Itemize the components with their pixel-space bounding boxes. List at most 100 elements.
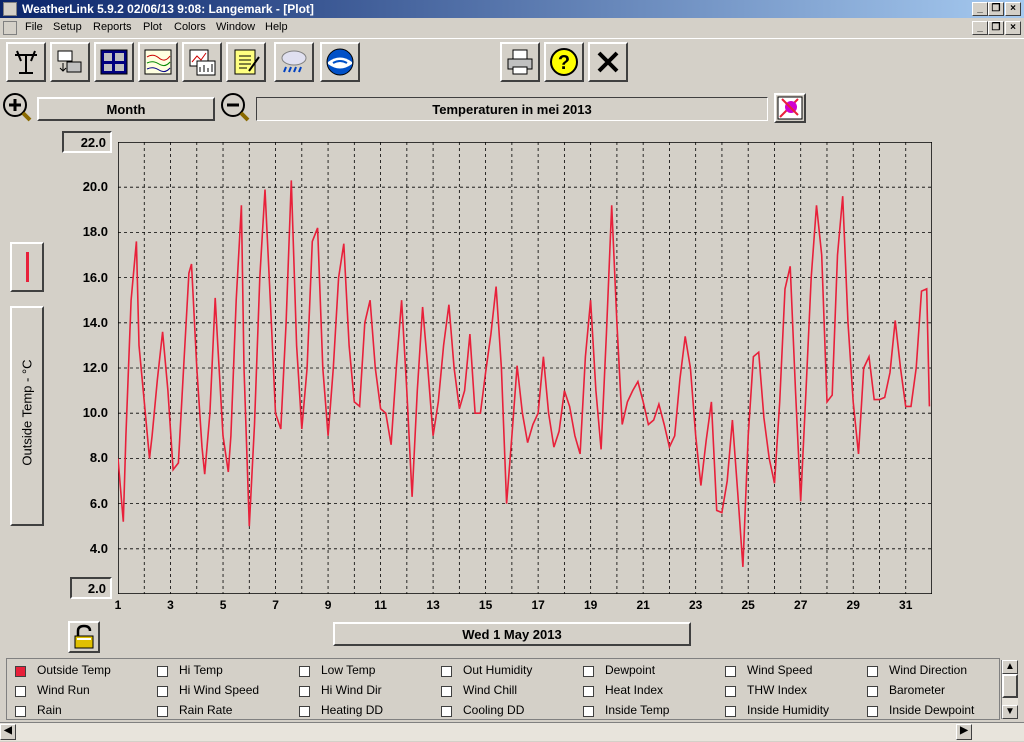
menu-plot[interactable]: Plot [143,21,162,33]
series-line-sample [26,252,29,282]
y-axis-label-panel[interactable]: Outside Temp - °C [10,306,44,526]
legend-label[interactable]: Inside Dewpoint [889,703,974,717]
x-tick-label: 11 [374,598,387,612]
temperature-chart[interactable] [118,142,932,594]
legend-label[interactable]: Heating DD [321,703,383,717]
y-min-box[interactable]: 2.0 [70,577,112,599]
noaa-button[interactable] [320,42,360,82]
doc-minimize-icon[interactable]: _ [972,21,988,35]
y-tick-label: 6.0 [89,495,108,511]
legend-checkbox[interactable] [157,706,168,717]
legend-checkbox[interactable] [867,706,878,717]
legend-label[interactable]: Wind Chill [463,683,517,697]
scroll-down-icon[interactable]: ▼ [1002,705,1018,719]
legend-checkbox[interactable] [441,686,452,697]
legend-label[interactable]: Heat Index [605,683,663,697]
bulletin-button[interactable] [94,42,134,82]
legend-checkbox[interactable] [867,686,878,697]
notebook-button[interactable] [226,42,266,82]
legend-checkbox[interactable] [157,666,168,677]
minimize-icon[interactable]: _ [972,2,988,16]
scroll-left-icon[interactable]: ◀ [0,724,16,740]
legend-label[interactable]: Low Temp [321,663,375,677]
legend-scrollbar[interactable]: ▲ ▼ [1001,660,1018,719]
legend-label[interactable]: Hi Wind Dir [321,683,382,697]
date-selector[interactable]: Wed 1 May 2013 [333,622,691,646]
legend-label[interactable]: Wind Run [37,683,90,697]
scroll-right-icon[interactable]: ▶ [956,724,972,740]
legend-checkbox[interactable] [583,666,594,677]
help-button[interactable]: ? [544,42,584,82]
zoom-out-button[interactable] [220,92,250,122]
weather-button[interactable] [274,42,314,82]
legend-label[interactable]: THW Index [747,683,807,697]
legend-label[interactable]: Rain Rate [179,703,232,717]
legend-checkbox[interactable] [441,706,452,717]
app-icon[interactable] [3,2,17,16]
y-tick-label: 14.0 [82,314,108,330]
menu-colors[interactable]: Colors [174,21,206,33]
legend-checkbox[interactable] [15,686,26,697]
strip-chart-icon [144,49,172,75]
x-tick-label: 17 [531,598,545,612]
plot-button[interactable] [182,42,222,82]
x-tick-label: 3 [167,598,174,612]
download-icon [57,50,82,73]
legend-checkbox[interactable] [583,686,594,697]
legend-label[interactable]: Hi Temp [179,663,223,677]
x-tick-label: 27 [794,598,808,612]
y-max-box[interactable]: 22.0 [62,131,112,153]
scroll-up-icon[interactable]: ▲ [1002,660,1018,674]
legend-label[interactable]: Wind Direction [889,663,967,677]
legend-checkbox[interactable] [15,666,26,677]
legend-label[interactable]: Dewpoint [605,663,655,677]
legend-label[interactable]: Cooling DD [463,703,524,717]
legend-checkbox[interactable] [725,706,736,717]
menu-reports[interactable]: Reports [93,21,132,33]
color-picker-button[interactable] [774,93,806,123]
legend-label[interactable]: Wind Speed [747,663,812,677]
legend-label[interactable]: Inside Humidity [747,703,829,717]
doc-close-icon[interactable]: × [1005,21,1021,35]
x-tick-label: 15 [478,598,493,612]
legend-label[interactable]: Out Humidity [463,663,532,677]
legend-checkbox[interactable] [299,666,310,677]
legend-label[interactable]: Outside Temp [37,663,111,677]
legend-label[interactable]: Inside Temp [605,703,669,717]
zoom-in-button[interactable] [2,92,32,122]
strip-chart-button[interactable] [138,42,178,82]
legend-checkbox[interactable] [299,686,310,697]
doc-restore-icon[interactable]: ❐ [988,21,1004,35]
print-button[interactable] [500,42,540,82]
legend-checkbox[interactable] [725,686,736,697]
scroll-thumb[interactable] [1002,674,1018,698]
horizontal-scrollbar[interactable]: ◀ ▶ [0,722,1024,741]
menu-setup[interactable]: Setup [53,21,82,33]
document-icon[interactable] [3,21,17,35]
menu-file[interactable]: File [25,21,43,33]
legend-checkbox[interactable] [299,706,310,717]
period-selector[interactable]: Month [37,97,215,121]
legend-label[interactable]: Barometer [889,683,945,697]
menu-window[interactable]: Window [216,21,255,33]
legend-checkbox[interactable] [157,686,168,697]
y-tick-label: 4.0 [89,540,108,556]
series-color-swatch[interactable] [10,242,44,292]
legend-checkbox[interactable] [441,666,452,677]
station-button[interactable] [6,42,46,82]
restore-icon[interactable]: ❐ [988,2,1004,16]
legend-checkbox[interactable] [583,706,594,717]
legend-checkbox[interactable] [15,706,26,717]
legend-label[interactable]: Hi Wind Speed [179,683,259,697]
menu-help[interactable]: Help [265,21,288,33]
noaa-icon [326,48,354,76]
legend-checkbox[interactable] [867,666,878,677]
download-button[interactable] [50,42,90,82]
legend-label[interactable]: Rain [37,703,62,717]
legend-checkbox[interactable] [725,666,736,677]
close-plot-button[interactable] [588,42,628,82]
close-window-icon[interactable]: × [1005,2,1021,16]
close-icon [597,51,619,73]
lock-button[interactable] [68,621,100,653]
x-tick-label: 13 [426,598,440,612]
